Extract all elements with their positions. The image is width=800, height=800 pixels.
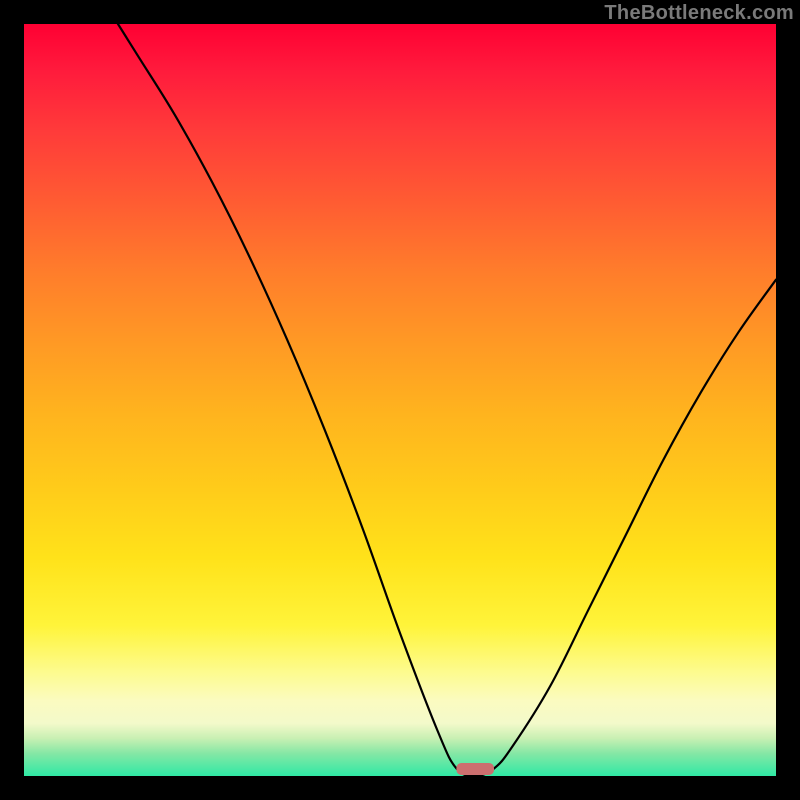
minimum-marker: [456, 763, 494, 775]
bottleneck-curve: [24, 24, 776, 776]
plot-area: [24, 24, 776, 776]
chart-frame: TheBottleneck.com: [0, 0, 800, 800]
curve-svg: [24, 24, 776, 776]
watermark-label: TheBottleneck.com: [604, 2, 794, 25]
